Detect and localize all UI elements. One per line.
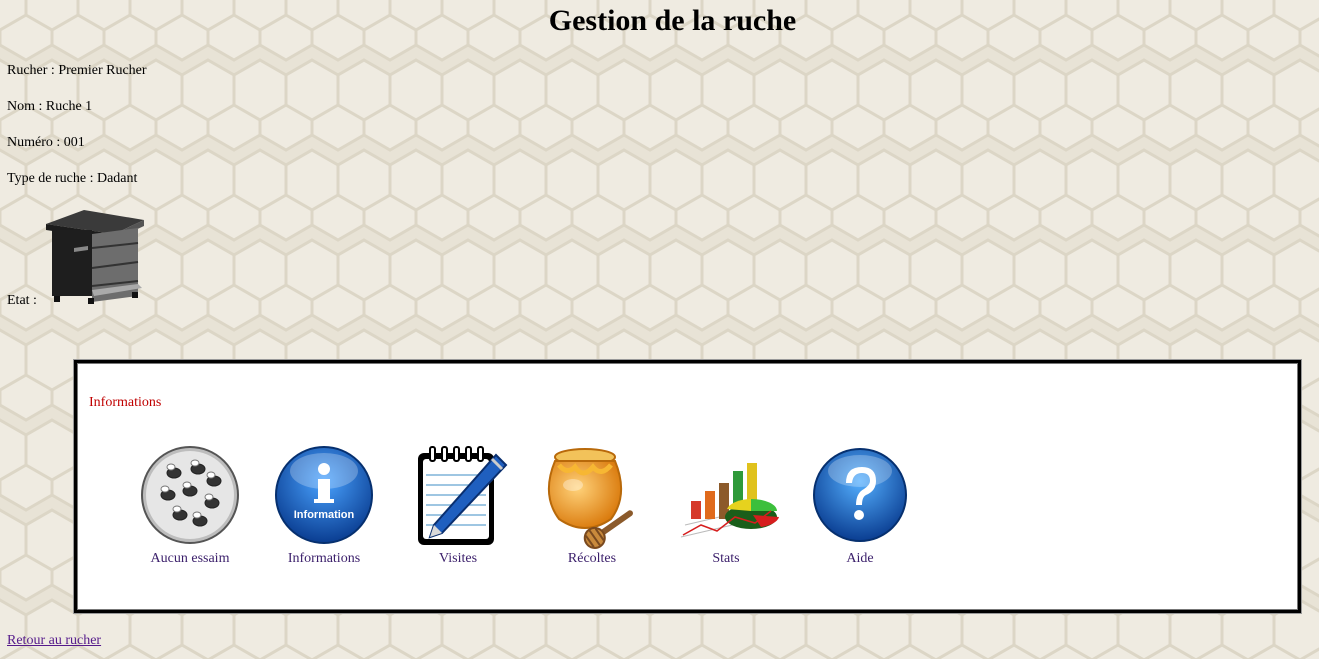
beehive-image — [46, 210, 144, 304]
tile-label[interactable]: Aucun essaim — [125, 551, 255, 567]
honey-pot-icon — [548, 448, 633, 549]
tile-label[interactable]: Aide — [795, 551, 925, 567]
tile-stats[interactable]: Stats — [661, 445, 791, 575]
back-to-rucher-link[interactable]: Retour au rucher — [7, 633, 101, 649]
tile-informations[interactable]: Information Informations — [259, 445, 389, 575]
stats-chart-icon — [680, 463, 779, 538]
bees-swarm-icon — [141, 446, 239, 544]
page-title: Gestion de la ruche — [548, 4, 797, 37]
tile-label[interactable]: Récoltes — [527, 551, 657, 567]
tile-aucun-essaim[interactable]: Aucun essaim — [125, 445, 255, 575]
tile-label[interactable]: Visites — [393, 551, 523, 567]
nom-text: Nom : Ruche 1 — [7, 99, 93, 114]
tile-label[interactable]: Informations — [259, 551, 389, 567]
tile-recoltes[interactable]: Récoltes — [527, 445, 657, 575]
information-icon: Information — [275, 446, 373, 544]
tile-visites[interactable]: Visites — [393, 445, 523, 575]
notepad-pen-icon — [418, 446, 508, 545]
tile-aide[interactable]: Aide — [795, 445, 925, 575]
help-icon — [813, 448, 907, 542]
informations-panel: Informations Aucun essaim Information In… — [73, 359, 1302, 614]
rucher-text: Rucher : Premier Rucher — [7, 63, 147, 78]
etat-text: Etat : — [7, 293, 37, 308]
type-ruche-text: Type de ruche : Dadant — [7, 171, 138, 186]
tile-label[interactable]: Stats — [661, 551, 791, 567]
information-icon-text: Information — [294, 509, 355, 521]
numero-text: Numéro : 001 — [7, 135, 85, 150]
panel-title: Informations — [89, 395, 162, 410]
